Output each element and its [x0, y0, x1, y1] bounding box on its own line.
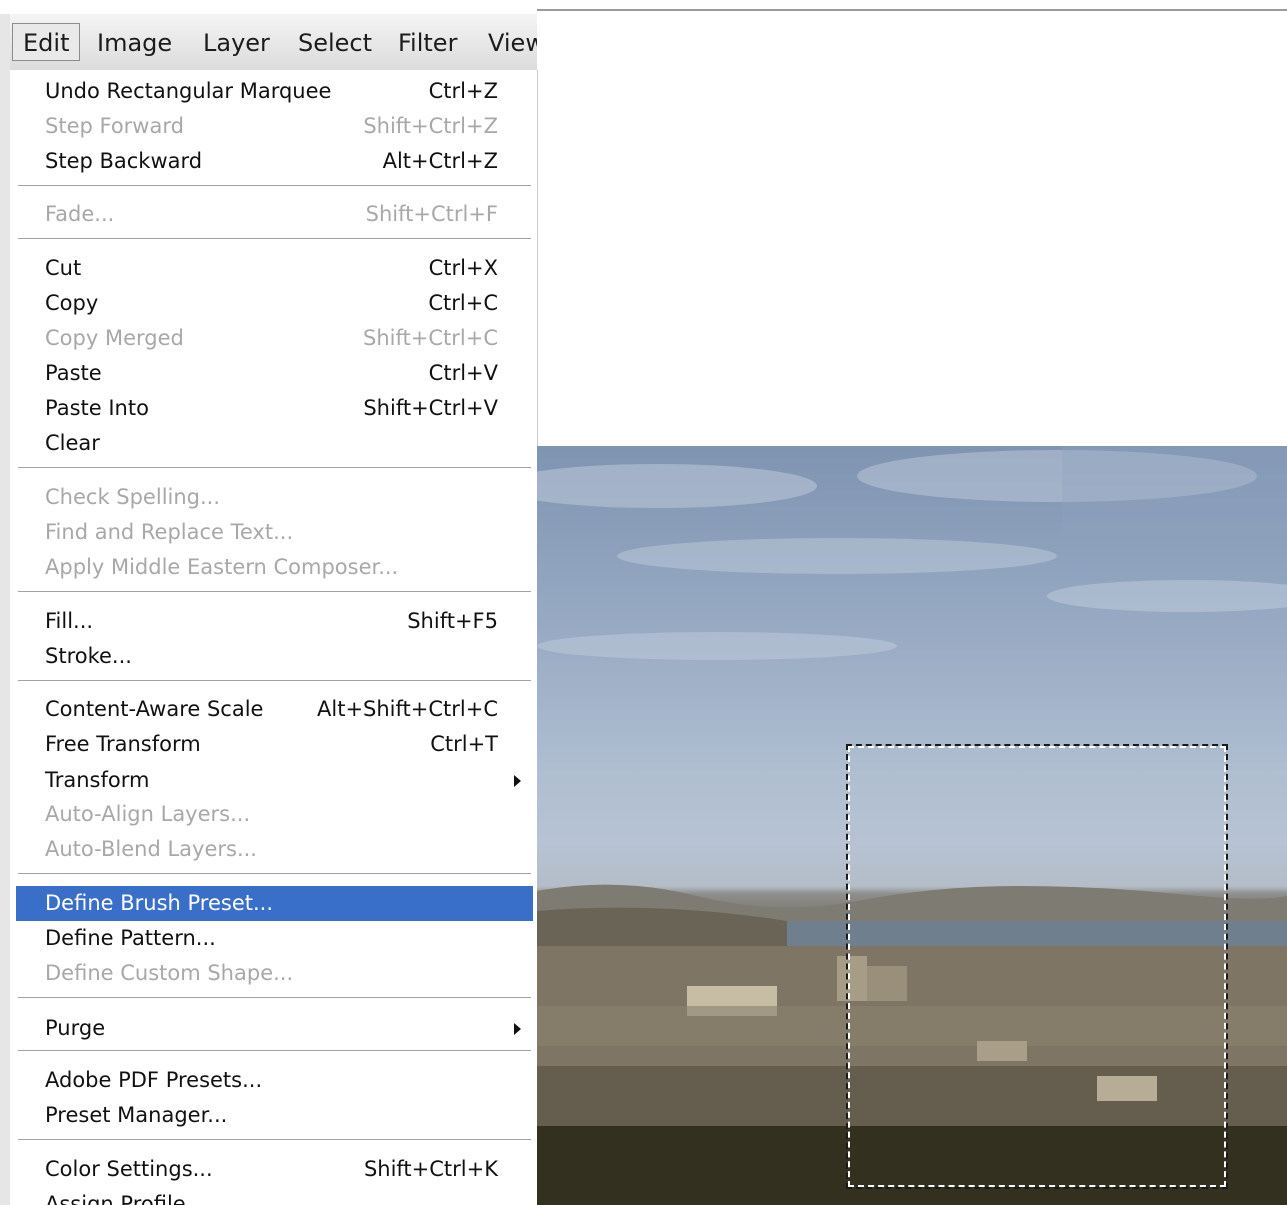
- menu-item-label: Color Settings...: [45, 1157, 213, 1181]
- menu-view[interactable]: View: [478, 24, 537, 62]
- menu-item-auto-blend-layers: Auto-Blend Layers...: [16, 832, 533, 867]
- menu-separator: [18, 467, 531, 468]
- menu-item-label: Define Brush Preset...: [45, 891, 274, 915]
- menu-item-step-backward[interactable]: Step Backward Alt+Ctrl+Z: [16, 144, 533, 179]
- menu-item-shortcut: Ctrl+X: [428, 256, 498, 280]
- menu-item-undo[interactable]: Undo Rectangular Marquee Ctrl+Z: [16, 74, 533, 109]
- menu-item-check-spelling: Check Spelling...: [16, 480, 533, 515]
- menu-item-define-pattern[interactable]: Define Pattern...: [16, 921, 533, 956]
- menu-item-shortcut: Ctrl+T: [430, 732, 498, 756]
- menu-item-preset-manager[interactable]: Preset Manager...: [16, 1098, 533, 1133]
- menu-item-shortcut: Alt+Shift+Ctrl+C: [317, 697, 498, 721]
- menu-item-label: Auto-Align Layers...: [45, 802, 251, 826]
- menu-item-label: Content-Aware Scale: [45, 697, 264, 721]
- menu-item-purge[interactable]: Purge: [16, 1011, 533, 1046]
- menu-item-label: Paste Into: [45, 396, 149, 420]
- menu-separator: [18, 680, 531, 681]
- window-left-edge: [0, 14, 10, 1205]
- menu-item-shortcut: Shift+Ctrl+Z: [363, 114, 498, 138]
- submenu-arrow-icon: [514, 775, 521, 787]
- menu-separator: [18, 873, 531, 874]
- canvas-top-border: [537, 9, 1287, 11]
- menu-item-define-custom-shape: Define Custom Shape...: [16, 956, 533, 991]
- menu-filter[interactable]: Filter: [388, 24, 467, 62]
- menu-separator: [18, 238, 531, 239]
- menu-item-label: Fill...: [45, 609, 94, 633]
- menu-item-shortcut: Shift+Ctrl+F: [365, 202, 498, 226]
- menu-item-label: Apply Middle Eastern Composer...: [45, 555, 399, 579]
- menu-item-shortcut: Shift+Ctrl+K: [363, 1157, 498, 1181]
- menu-item-adobe-pdf-presets[interactable]: Adobe PDF Presets...: [16, 1063, 533, 1098]
- menu-item-label: Assign Profile...: [45, 1192, 206, 1205]
- menu-item-label: Clear: [45, 431, 100, 455]
- menu-item-transform[interactable]: Transform: [16, 763, 533, 798]
- rectangular-marquee-selection[interactable]: [846, 744, 1228, 1189]
- menu-item-shortcut: Shift+F5: [407, 609, 498, 633]
- menu-item-content-aware-scale[interactable]: Content-Aware Scale Alt+Shift+Ctrl+C: [16, 692, 533, 727]
- menu-separator: [18, 1139, 531, 1140]
- menu-item-shortcut: Shift+Ctrl+V: [363, 396, 498, 420]
- menu-item-auto-align-layers: Auto-Align Layers...: [16, 797, 533, 832]
- menu-separator: [18, 591, 531, 592]
- menu-item-fade: Fade... Shift+Ctrl+F: [16, 197, 533, 232]
- menu-item-label: Auto-Blend Layers...: [45, 837, 257, 861]
- menu-item-label: Stroke...: [45, 644, 132, 668]
- menu-item-label: Step Backward: [45, 149, 203, 173]
- menu-item-color-settings[interactable]: Color Settings... Shift+Ctrl+K: [16, 1152, 533, 1187]
- menu-item-label: Free Transform: [45, 732, 201, 756]
- menu-separator: [18, 1050, 531, 1051]
- menu-item-step-forward: Step Forward Shift+Ctrl+Z: [16, 109, 533, 144]
- menu-item-paste-into[interactable]: Paste Into Shift+Ctrl+V: [16, 391, 533, 426]
- menu-item-shortcut: Alt+Ctrl+Z: [382, 149, 498, 173]
- menu-image[interactable]: Image: [87, 24, 182, 62]
- menu-item-label: Preset Manager...: [45, 1103, 228, 1127]
- menu-item-label: Copy Merged: [45, 326, 184, 350]
- menu-item-fill[interactable]: Fill... Shift+F5: [16, 604, 533, 639]
- menu-item-label: Adobe PDF Presets...: [45, 1068, 263, 1092]
- menu-item-label: Paste: [45, 361, 102, 385]
- menu-item-paste[interactable]: Paste Ctrl+V: [16, 356, 533, 391]
- menu-item-label: Purge: [45, 1016, 106, 1040]
- menu-item-label: Define Pattern...: [45, 926, 216, 950]
- menu-item-stroke[interactable]: Stroke...: [16, 639, 533, 674]
- sky-clouds: [537, 446, 1287, 660]
- submenu-arrow-icon: [514, 1023, 521, 1035]
- menu-item-label: Step Forward: [45, 114, 184, 138]
- menu-item-label: Cut: [45, 256, 82, 280]
- menu-bar: Edit Image Layer Select Filter View: [10, 14, 537, 71]
- menu-item-label: Fade...: [45, 202, 115, 226]
- menu-item-assign-profile[interactable]: Assign Profile...: [16, 1187, 533, 1205]
- menu-item-label: Define Custom Shape...: [45, 961, 294, 985]
- menu-item-shortcut: Shift+Ctrl+C: [363, 326, 498, 350]
- menu-item-label: Transform: [45, 768, 150, 792]
- menu-item-define-brush-preset[interactable]: Define Brush Preset...: [16, 886, 533, 921]
- menu-item-copy[interactable]: Copy Ctrl+C: [16, 286, 533, 321]
- menu-item-find-replace: Find and Replace Text...: [16, 515, 533, 550]
- edit-menu-dropdown: Undo Rectangular Marquee Ctrl+Z Step For…: [10, 70, 538, 1205]
- menu-item-clear[interactable]: Clear: [16, 426, 533, 461]
- menu-item-free-transform[interactable]: Free Transform Ctrl+T: [16, 727, 533, 762]
- menu-layer[interactable]: Layer: [193, 24, 280, 62]
- menu-item-label: Find and Replace Text...: [45, 520, 294, 544]
- menu-item-copy-merged: Copy Merged Shift+Ctrl+C: [16, 321, 533, 356]
- menu-item-label: Copy: [45, 291, 99, 315]
- menu-edit[interactable]: Edit: [12, 23, 81, 61]
- menu-item-shortcut: Ctrl+V: [428, 361, 498, 385]
- menu-item-shortcut: Ctrl+C: [428, 291, 498, 315]
- menu-item-middle-eastern-composer: Apply Middle Eastern Composer...: [16, 550, 533, 585]
- menu-separator: [18, 185, 531, 186]
- menu-select[interactable]: Select: [288, 24, 382, 62]
- menu-item-cut[interactable]: Cut Ctrl+X: [16, 251, 533, 286]
- menu-separator: [18, 997, 531, 998]
- menu-item-shortcut: Ctrl+Z: [428, 79, 498, 103]
- menu-item-label: Check Spelling...: [45, 485, 221, 509]
- menu-item-label: Undo Rectangular Marquee: [45, 79, 332, 103]
